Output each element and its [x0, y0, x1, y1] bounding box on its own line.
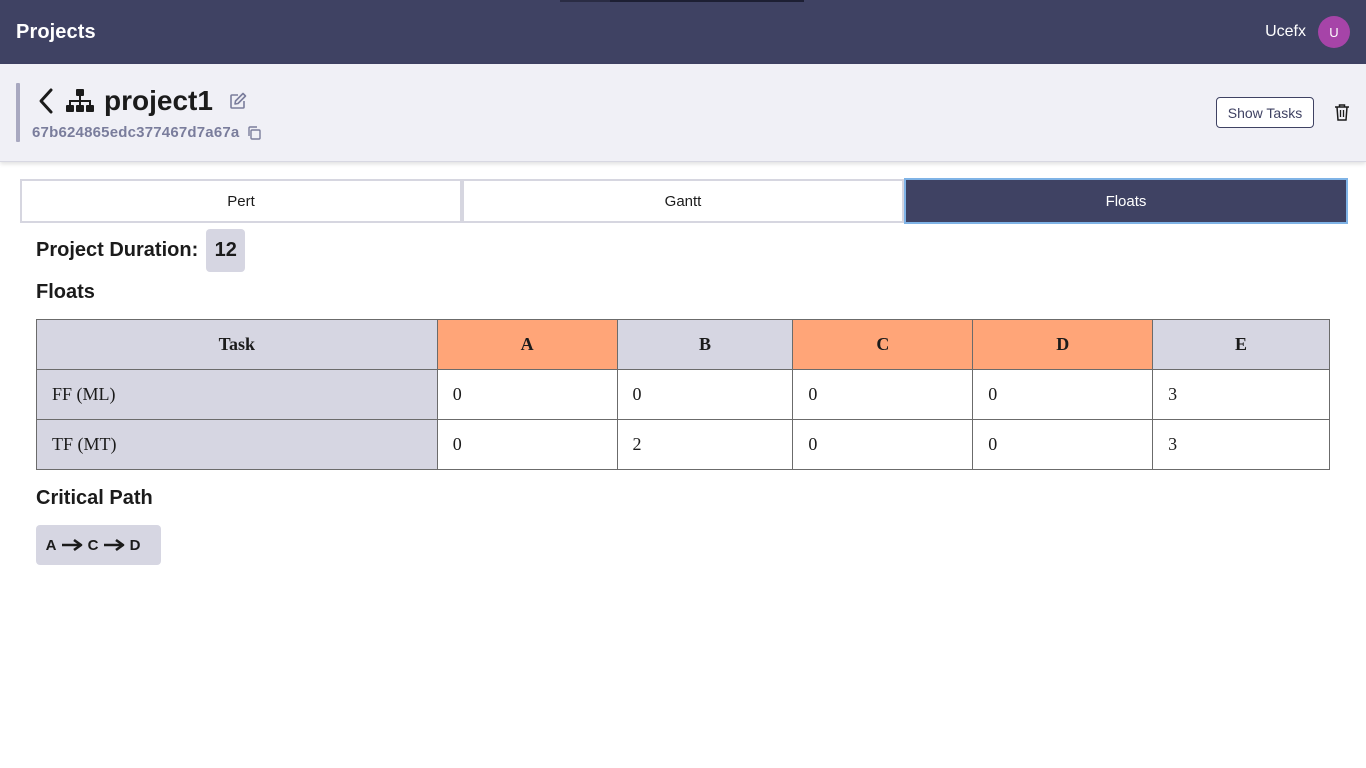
- column-header-c: C: [792, 319, 974, 370]
- tab-floats[interactable]: Floats: [904, 178, 1348, 224]
- table-cell: 0: [436, 369, 618, 420]
- loading-indicator: [560, 0, 804, 2]
- table-cell: 0: [792, 419, 974, 470]
- view-tabs: Pert Gantt Floats: [20, 178, 1348, 224]
- project-name: project1: [104, 85, 213, 116]
- copy-icon[interactable]: [247, 125, 262, 140]
- avatar[interactable]: U: [1318, 16, 1350, 48]
- table-cell: 0: [792, 369, 974, 420]
- critical-path-node: C: [87, 536, 99, 554]
- table-cell: 0: [436, 419, 618, 470]
- column-header-task: Task: [36, 319, 438, 370]
- arrow-right-icon: [57, 538, 87, 552]
- floats-table: Task A B C D E FF (ML) 0 0 0 0 3 TF (MT)…: [36, 319, 1330, 470]
- column-header-b: B: [616, 319, 794, 370]
- table-cell: 0: [972, 369, 1154, 420]
- table-header-row: Task A B C D E: [36, 319, 1330, 370]
- row-label-ff: FF (ML): [36, 369, 438, 420]
- edit-icon[interactable]: [229, 92, 247, 110]
- project-header: project1 67b624865edc377467d7a67a Show T…: [0, 64, 1366, 162]
- sitemap-icon: [66, 89, 94, 113]
- tab-pert[interactable]: Pert: [20, 179, 462, 223]
- table-cell: 3: [1152, 369, 1330, 420]
- back-icon[interactable]: [36, 87, 56, 115]
- table-cell: 3: [1152, 419, 1330, 470]
- trash-icon[interactable]: [1334, 103, 1350, 121]
- critical-path-node: D: [129, 536, 141, 554]
- top-navbar: Projects Ucefx U: [0, 0, 1366, 64]
- critical-path-node: A: [45, 536, 57, 554]
- row-label-tf: TF (MT): [36, 419, 438, 470]
- column-header-d: D: [972, 319, 1154, 370]
- username[interactable]: Ucefx: [1265, 23, 1306, 41]
- floats-title: Floats: [36, 281, 95, 303]
- user-menu[interactable]: Ucefx U: [1265, 16, 1350, 48]
- project-id-row: 67b624865edc377467d7a67a: [32, 124, 262, 141]
- accent-bar: [16, 83, 20, 142]
- table-cell: 2: [616, 419, 794, 470]
- tab-gantt[interactable]: Gantt: [462, 179, 904, 223]
- brand-title[interactable]: Projects: [16, 21, 96, 44]
- critical-path: A C D: [36, 525, 161, 565]
- critical-path-title: Critical Path: [36, 487, 153, 509]
- project-duration: Project Duration: 12: [36, 229, 246, 272]
- column-header-e: E: [1152, 319, 1330, 370]
- arrow-right-icon: [99, 538, 129, 552]
- project-id: 67b624865edc377467d7a67a: [32, 124, 240, 141]
- table-row: FF (ML) 0 0 0 0 3: [36, 369, 1330, 420]
- column-header-a: A: [436, 319, 618, 370]
- table-cell: 0: [972, 419, 1154, 470]
- duration-label: Project Duration:: [36, 239, 199, 261]
- show-tasks-button[interactable]: Show Tasks: [1216, 97, 1314, 128]
- table-cell: 0: [616, 369, 794, 420]
- project-title-row: project1: [36, 84, 247, 118]
- table-row: TF (MT) 0 2 0 0 3: [36, 419, 1330, 470]
- duration-value: 12: [206, 229, 246, 272]
